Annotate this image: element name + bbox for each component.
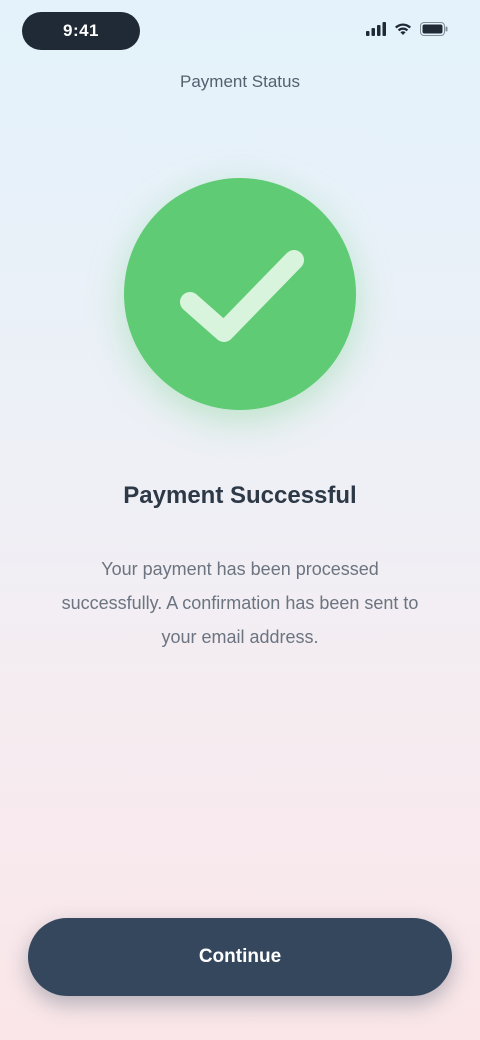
result-title: Payment Successful xyxy=(123,482,357,509)
status-icons xyxy=(366,22,448,36)
signal-icon xyxy=(366,22,386,36)
status-time: 9:41 xyxy=(22,12,140,50)
checkmark-icon xyxy=(180,250,304,342)
wifi-icon xyxy=(394,22,412,36)
battery-icon xyxy=(420,22,448,36)
page-title: Payment Status xyxy=(179,72,300,91)
status-bar: 9:41 xyxy=(0,0,480,64)
continue-button[interactable]: Continue xyxy=(28,918,452,996)
payment-success-screen: 9:41 Payment Status Payment Successful Y… xyxy=(0,0,480,1040)
result-message: Your payment has been processed successf… xyxy=(61,559,419,647)
success-badge xyxy=(124,178,356,410)
